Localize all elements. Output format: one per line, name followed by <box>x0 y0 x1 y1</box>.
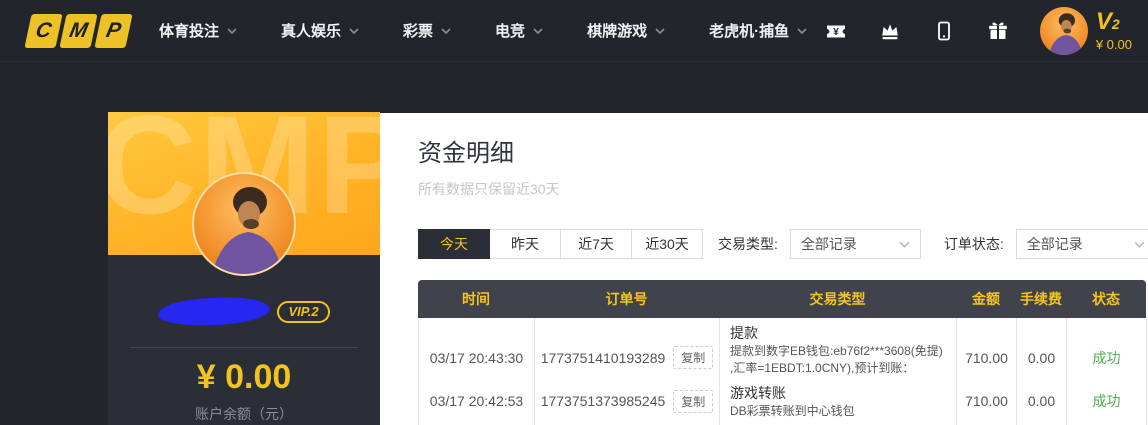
cell-fee: 0.00 <box>1017 378 1067 425</box>
table-body: 03/17 20:43:30 1773751410193289 复制 提款 提款… <box>418 318 1146 425</box>
tab-last-7-days[interactable]: 近7天 <box>560 229 632 259</box>
censored-username <box>158 296 271 327</box>
user-meta: V2 ¥ 0.00 <box>1096 9 1132 52</box>
top-navbar: C M P 体育投注 真人娱乐 彩票 电竞 棋牌游戏 老虎机·捕鱼 <box>0 0 1148 62</box>
order-number: 1773751373985245 <box>541 393 666 409</box>
logo-letter-box: P <box>94 14 132 48</box>
mobile-icon[interactable] <box>932 19 956 43</box>
logo-letter: M <box>67 19 90 43</box>
cell-order-no: 1773751373985245 复制 <box>535 378 720 425</box>
transactions-table: 时间 订单号 交易类型 金额 手续费 状态 03/17 20:43:30 177… <box>418 280 1146 425</box>
vip-level: V2 <box>1096 9 1132 35</box>
date-range-tabs: 今天 昨天 近7天 近30天 <box>418 229 703 259</box>
transaction-type-title: 提款 <box>730 323 758 343</box>
table-row-partial <box>419 420 1146 425</box>
voucher-icon[interactable]: ¥ <box>824 19 848 43</box>
tab-last-30-days[interactable]: 近30天 <box>631 229 703 259</box>
cell-type: 游戏转账 DB彩票转账到中心钱包 <box>720 378 957 425</box>
username-row: VIP.2 <box>108 298 380 325</box>
page-subtitle: 所有数据只保留近30天 <box>418 179 560 199</box>
main-nav: 体育投注 真人娱乐 彩票 电竞 棋牌游戏 老虎机·捕鱼 <box>159 20 807 41</box>
user-balance: ¥ 0.00 <box>1096 38 1132 52</box>
nav-item-label: 电竞 <box>495 20 525 41</box>
profile-avatar[interactable] <box>192 172 296 276</box>
order-status-select[interactable]: 全部记录 <box>1016 229 1148 259</box>
tab-today[interactable]: 今天 <box>418 229 490 259</box>
navbar-right-cluster: ¥ <box>824 7 1132 55</box>
cell-amount: 710.00 <box>957 378 1017 425</box>
transaction-type-detail: DB彩票转账到中心钱包 <box>730 403 855 420</box>
nav-item-slots-fishing[interactable]: 老虎机·捕鱼 <box>709 20 807 41</box>
order-status-filter: 订单状态: 全部记录 <box>944 229 1148 259</box>
account-balance-label: 账户余额（元） <box>108 404 380 424</box>
page-title: 资金明细 <box>418 133 514 168</box>
cell-status: 成功 <box>1067 378 1147 425</box>
transaction-type-title: 游戏转账 <box>730 383 786 403</box>
nav-item-card-games[interactable]: 棋牌游戏 <box>587 20 665 41</box>
logo-letter: C <box>33 19 53 43</box>
table-header-row: 时间 订单号 交易类型 金额 手续费 状态 <box>418 280 1146 318</box>
chevron-down-icon <box>441 28 451 34</box>
nav-item-label: 真人娱乐 <box>281 20 341 41</box>
transaction-type-value: 全部记录 <box>801 234 857 254</box>
order-number: 1773751410193289 <box>541 350 666 366</box>
vip-badge: VIP.2 <box>277 301 329 323</box>
copy-button[interactable]: 复制 <box>673 390 713 413</box>
filter-row: 今天 昨天 近7天 近30天 交易类型: 全部记录 订单状态: 全部记录 <box>418 229 1148 259</box>
transaction-type-select[interactable]: 全部记录 <box>790 229 921 259</box>
col-header-order-no: 订单号 <box>534 280 719 318</box>
chevron-down-icon <box>899 241 910 248</box>
chevron-down-icon <box>1134 241 1145 248</box>
nav-item-label: 体育投注 <box>159 20 219 41</box>
nav-item-label: 老虎机·捕鱼 <box>709 20 789 41</box>
col-header-amount: 金额 <box>956 280 1016 318</box>
cell-time: 03/17 20:42:53 <box>419 378 535 425</box>
nav-item-live-casino[interactable]: 真人娱乐 <box>281 20 359 41</box>
nav-item-label: 彩票 <box>403 20 433 41</box>
logo-letter: P <box>104 19 123 43</box>
nav-item-lottery[interactable]: 彩票 <box>403 20 451 41</box>
chevron-down-icon <box>655 28 665 34</box>
table-row: 03/17 20:42:53 1773751373985245 复制 游戏转账 … <box>419 378 1146 420</box>
col-header-time: 时间 <box>418 280 534 318</box>
crown-icon[interactable] <box>878 19 902 43</box>
sidebar-divider <box>130 347 358 348</box>
nav-item-esports[interactable]: 电竞 <box>495 20 543 41</box>
transaction-type-label: 交易类型: <box>718 234 778 254</box>
tab-yesterday[interactable]: 昨天 <box>489 229 561 259</box>
order-status-value: 全部记录 <box>1027 234 1083 254</box>
order-status-label: 订单状态: <box>944 234 1004 254</box>
logo-letter-box: C <box>24 14 62 48</box>
col-header-status: 状态 <box>1066 280 1146 318</box>
chevron-down-icon <box>227 28 237 34</box>
gift-icon[interactable] <box>986 19 1010 43</box>
transaction-type-filter: 交易类型: 全部记录 <box>718 229 921 259</box>
chevron-down-icon <box>797 28 807 34</box>
user-account[interactable]: V2 ¥ 0.00 <box>1040 7 1132 55</box>
col-header-fee: 手续费 <box>1016 280 1066 318</box>
svg-text:¥: ¥ <box>833 27 839 38</box>
chevron-down-icon <box>533 28 543 34</box>
chevron-down-icon <box>349 28 359 34</box>
nav-item-label: 棋牌游戏 <box>587 20 647 41</box>
table-row: 03/17 20:43:30 1773751410193289 复制 提款 提款… <box>419 318 1146 378</box>
brand-logo[interactable]: C M P <box>28 14 129 48</box>
nav-item-sports[interactable]: 体育投注 <box>159 20 237 41</box>
profile-sidebar: CMP VIP.2 ¥ 0.00 账户余额（元） <box>108 112 380 425</box>
main-content: 资金明细 所有数据只保留近30天 今天 昨天 近7天 近30天 交易类型: 全部… <box>380 113 1148 425</box>
account-balance: ¥ 0.00 <box>108 358 380 397</box>
copy-button[interactable]: 复制 <box>673 346 713 369</box>
user-avatar[interactable] <box>1040 7 1088 55</box>
col-header-type: 交易类型 <box>719 280 956 318</box>
logo-letter-box: M <box>59 14 97 48</box>
